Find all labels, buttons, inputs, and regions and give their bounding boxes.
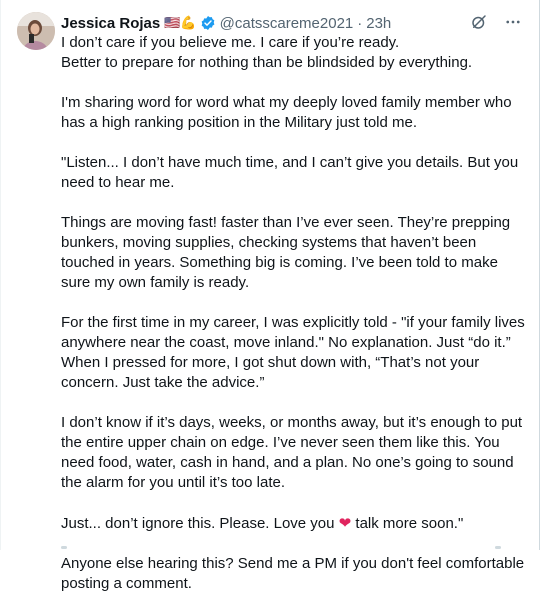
- paragraph-5: For the first time in my career, I was e…: [61, 314, 525, 391]
- avatar[interactable]: [17, 12, 55, 50]
- header-actions: [469, 12, 523, 32]
- line-2: Better to prepare for nothing than be bl…: [61, 54, 473, 71]
- paragraph-2: I'm sharing word for word what my deeply…: [61, 94, 512, 131]
- author-flags: 🇺🇸💪: [164, 15, 197, 31]
- paragraph-7-end: talk more soon.": [351, 515, 464, 532]
- action-repost-edge: [495, 546, 501, 549]
- more-icon[interactable]: [503, 12, 523, 32]
- author-name[interactable]: Jessica Rojas: [61, 15, 160, 32]
- paragraph-6: I don’t know if it’s days, weeks, or mon…: [61, 414, 523, 491]
- grok-icon[interactable]: [469, 12, 489, 32]
- action-bar-edge: [61, 546, 501, 550]
- post-time[interactable]: 23h: [366, 15, 391, 32]
- tweet-header: Jessica Rojas 🇺🇸💪 @catsscareme2021 · 23h: [61, 12, 527, 34]
- tweet: Jessica Rojas 🇺🇸💪 @catsscareme2021 · 23h: [0, 0, 540, 592]
- separator-dot: ·: [357, 14, 363, 32]
- paragraph-1: I don’t care if you believe me. I care i…: [61, 33, 531, 73]
- paragraph-7-start: Just... don’t ignore this. Please. Love …: [61, 515, 339, 532]
- paragraph-4: Things are moving fast! faster than I’ve…: [61, 214, 511, 291]
- tweet-text: I don’t care if you believe me. I care i…: [61, 33, 531, 614]
- paragraph-3: "Listen... I don’t have much time, and I…: [61, 154, 519, 191]
- paragraph-7: Just... don’t ignore this. Please. Love …: [61, 513, 531, 534]
- line-1: I don’t care if you believe me. I care i…: [61, 34, 400, 51]
- heart-icon: ❤: [338, 514, 352, 532]
- author-handle[interactable]: @catsscareme2021: [220, 15, 354, 32]
- action-reply-edge: [61, 546, 67, 549]
- verified-badge-icon: [200, 15, 216, 31]
- paragraph-8: Anyone else hearing this? Send me a PM i…: [61, 555, 525, 592]
